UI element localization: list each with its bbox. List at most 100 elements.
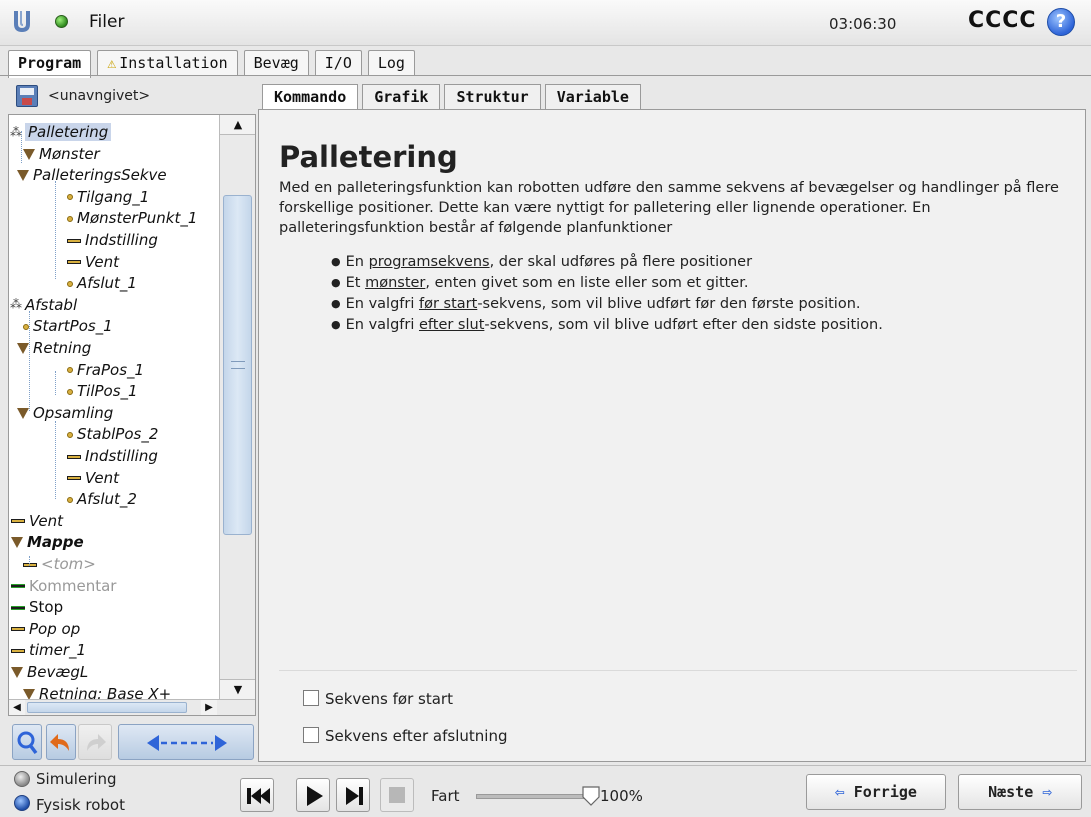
- file-menu-title[interactable]: Filer: [89, 12, 124, 32]
- before-start-option[interactable]: Sekvens før start: [303, 688, 453, 710]
- tab-installation-label: Installation: [119, 54, 228, 72]
- tree-node[interactable]: Indstilling: [67, 445, 158, 467]
- save-disk-icon[interactable]: [16, 85, 38, 107]
- next-button[interactable]: Næste ⇨: [958, 774, 1082, 810]
- tab-structure[interactable]: Struktur: [444, 84, 541, 110]
- before-start-link[interactable]: før start: [419, 296, 477, 312]
- after-end-checkbox[interactable]: [303, 727, 319, 743]
- stop-button[interactable]: [380, 778, 414, 812]
- tree-node-label: Indstilling: [85, 231, 158, 249]
- undo-button[interactable]: [46, 724, 76, 760]
- speed-slider-thumb[interactable]: [582, 786, 600, 806]
- tab-installation[interactable]: ⚠ Installation: [97, 50, 238, 76]
- tree-node-label: Vent: [85, 252, 119, 271]
- tree-node[interactable]: Tilgang_1: [67, 186, 149, 208]
- tree-node[interactable]: Vent: [11, 510, 63, 532]
- redo-button[interactable]: [78, 724, 112, 760]
- scroll-left-icon[interactable]: ◀: [9, 700, 25, 715]
- speed-label: Fart: [431, 787, 460, 805]
- bar-icon: [67, 476, 81, 481]
- tree-node[interactable]: Vent: [67, 251, 119, 273]
- tree-node[interactable]: Afstabl: [10, 293, 77, 316]
- tree-node[interactable]: Vent: [67, 467, 119, 489]
- triangle-icon: [17, 170, 29, 182]
- tab-variables[interactable]: Variable: [544, 84, 641, 110]
- tree-node[interactable]: Afslut_1: [67, 272, 137, 294]
- list-item: En valgfri efter slut-sekvens, som vil b…: [331, 315, 883, 336]
- program-tree[interactable]: Palletering Mønster PalleteringsSekve Tilga…: [8, 114, 256, 716]
- tab-command[interactable]: Kommando: [262, 84, 359, 110]
- scroll-down-icon[interactable]: ▼: [220, 679, 255, 699]
- scroll-up-icon[interactable]: ▲: [220, 115, 255, 135]
- tree-node[interactable]: PalleteringsSekve: [17, 164, 167, 186]
- speed-slider-fill: [477, 795, 591, 798]
- before-start-checkbox[interactable]: [303, 690, 319, 706]
- after-end-option[interactable]: Sekvens efter afslutning: [303, 725, 507, 747]
- waypoint-icon: [67, 496, 73, 503]
- program-sequence-link[interactable]: programsekvens: [369, 254, 490, 270]
- tree-node[interactable]: Retning: Base X+: [23, 683, 171, 699]
- pallet-icon: [10, 293, 22, 315]
- tree-horizontal-scrollbar[interactable]: ◀ ▶: [9, 699, 255, 715]
- tree-node[interactable]: Kommentar: [11, 575, 116, 597]
- triangle-icon: [11, 537, 23, 549]
- command-panel: Palletering Med en palleteringsfunktion …: [258, 109, 1086, 762]
- tree-node-label: StablPos_2: [77, 425, 159, 444]
- tree-node[interactable]: FraPos_1: [67, 359, 144, 381]
- tree-node[interactable]: timer_1: [11, 639, 86, 661]
- tree-node-label: StartPos_1: [33, 317, 113, 336]
- step-icon: [346, 787, 363, 805]
- simulation-label[interactable]: Simulering: [36, 770, 117, 788]
- tree-node[interactable]: Mappe: [11, 531, 84, 553]
- warning-icon: ⚠: [107, 54, 117, 72]
- tree-node[interactable]: Mønster: [23, 143, 100, 165]
- tree-connector-line: [55, 371, 56, 395]
- tab-io[interactable]: I/O: [314, 50, 362, 76]
- skip-to-start-button[interactable]: [240, 778, 274, 812]
- tree-node[interactable]: Opsamling: [17, 402, 113, 424]
- waypoint-icon: [67, 367, 73, 374]
- previous-button[interactable]: ⇦ Forrige: [806, 774, 946, 810]
- tree-node-label: FraPos_1: [77, 360, 145, 379]
- tree-node-label: PalleteringsSekve: [33, 166, 167, 185]
- tree-node[interactable]: Palletering: [10, 121, 112, 143]
- tab-program[interactable]: Program: [8, 50, 92, 78]
- play-button[interactable]: [296, 778, 330, 812]
- pattern-link[interactable]: mønster: [365, 275, 425, 291]
- tree-node[interactable]: StartPos_1: [23, 315, 113, 337]
- real-robot-label[interactable]: Fysisk robot: [36, 796, 125, 814]
- real-robot-radio[interactable]: [14, 795, 30, 811]
- speed-value: 100%: [600, 787, 643, 805]
- tree-vertical-scrollbar[interactable]: ▲ ▼: [219, 115, 255, 699]
- tree-node[interactable]: StablPos_2: [67, 423, 158, 445]
- tab-log[interactable]: Log: [367, 50, 415, 76]
- help-button[interactable]: ?: [1047, 8, 1075, 36]
- tree-node[interactable]: Pop op: [11, 618, 80, 640]
- scroll-thumb[interactable]: [223, 195, 252, 535]
- command-description: Med en palleteringsfunktion kan robotten…: [279, 180, 1059, 236]
- move-node-button[interactable]: [118, 724, 254, 760]
- simulation-radio[interactable]: [14, 771, 30, 787]
- tree-node[interactable]: Indstilling: [67, 229, 158, 251]
- tree-node-label: Afslut_1: [77, 274, 137, 293]
- tree-node[interactable]: MønsterPunkt_1: [67, 207, 197, 229]
- ur-logo-icon[interactable]: [11, 9, 35, 35]
- step-button[interactable]: [336, 778, 370, 812]
- tree-node[interactable]: Afslut_2: [67, 488, 137, 510]
- tab-graphics[interactable]: Grafik: [362, 84, 441, 110]
- tree-node[interactable]: TilPos_1: [67, 380, 138, 402]
- tree-node[interactable]: BevægL: [11, 661, 88, 683]
- tree-toolbar: [8, 724, 256, 760]
- bar-icon: [11, 648, 25, 653]
- hscroll-thumb[interactable]: [27, 702, 187, 713]
- speed-slider[interactable]: [476, 794, 592, 799]
- list-item-text: , der skal udføres på flere positioner: [489, 254, 753, 270]
- tree-node[interactable]: <tom>: [23, 553, 96, 575]
- search-button[interactable]: [12, 724, 42, 760]
- scroll-right-icon[interactable]: ▶: [201, 700, 217, 715]
- tab-move[interactable]: Bevæg: [243, 50, 309, 76]
- program-tree-nodes: Palletering Mønster PalleteringsSekve Tilga…: [9, 115, 219, 699]
- after-end-link[interactable]: efter slut: [419, 317, 484, 333]
- redo-icon: [87, 734, 106, 751]
- tree-node[interactable]: Stop: [11, 596, 63, 618]
